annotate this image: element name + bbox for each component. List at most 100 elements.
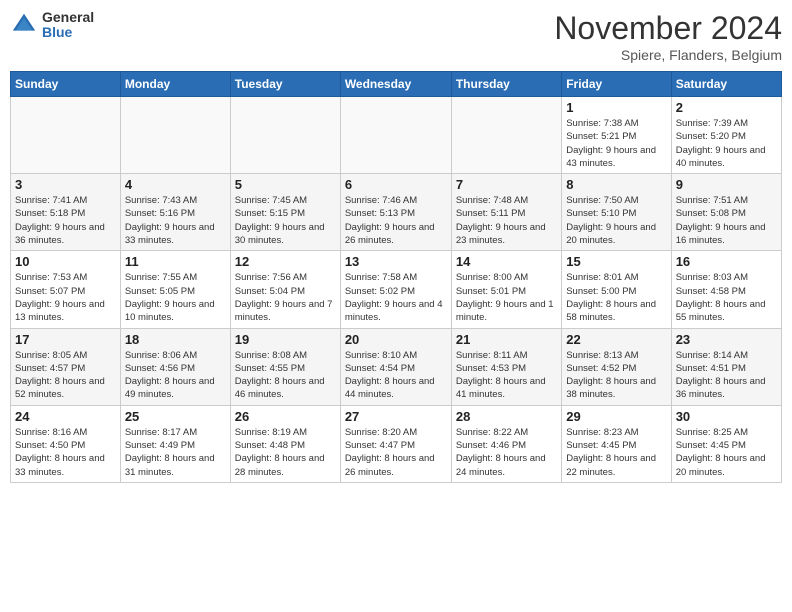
day-info: Sunrise: 8:25 AM Sunset: 4:45 PM Dayligh… [676,426,777,479]
day-number: 14 [456,254,557,269]
day-info: Sunrise: 7:41 AM Sunset: 5:18 PM Dayligh… [15,194,116,247]
day-number: 3 [15,177,116,192]
day-info: Sunrise: 8:20 AM Sunset: 4:47 PM Dayligh… [345,426,447,479]
day-number: 9 [676,177,777,192]
day-number: 24 [15,409,116,424]
day-info: Sunrise: 8:16 AM Sunset: 4:50 PM Dayligh… [15,426,116,479]
day-info: Sunrise: 8:05 AM Sunset: 4:57 PM Dayligh… [15,349,116,402]
day-number: 30 [676,409,777,424]
day-info: Sunrise: 8:08 AM Sunset: 4:55 PM Dayligh… [235,349,336,402]
calendar-cell: 29 Sunrise: 8:23 AM Sunset: 4:45 PM Dayli… [562,405,671,482]
day-number: 23 [676,332,777,347]
calendar-cell: 28Sunrise: 8:22 AM Sunset: 4:46 PM Dayli… [451,405,561,482]
calendar-cell: 11 Sunrise: 7:55 AM Sunset: 5:05 PM Dayli… [120,251,230,328]
day-info: Sunrise: 8:19 AM Sunset: 4:48 PM Dayligh… [235,426,336,479]
calendar: Sunday Monday Tuesday Wednesday Thursday… [10,71,782,483]
day-number: 21 [456,332,557,347]
calendar-cell: 10Sunrise: 7:53 AM Sunset: 5:07 PM Dayli… [11,251,121,328]
day-number: 11 [125,254,226,269]
logo-general-text: General [42,10,94,25]
calendar-cell: 3 Sunrise: 7:41 AM Sunset: 5:18 PM Daylig… [11,174,121,251]
calendar-cell: 8 Sunrise: 7:50 AM Sunset: 5:10 PM Daylig… [562,174,671,251]
calendar-cell: 2Sunrise: 7:39 AM Sunset: 5:20 PM Daylig… [671,97,781,174]
calendar-cell: 5Sunrise: 7:45 AM Sunset: 5:15 PM Daylig… [230,174,340,251]
calendar-cell: 16 Sunrise: 8:03 AM Sunset: 4:58 PM Dayli… [671,251,781,328]
location: Spiere, Flanders, Belgium [554,47,782,63]
day-number: 13 [345,254,447,269]
day-info: Sunrise: 7:50 AM Sunset: 5:10 PM Dayligh… [566,194,666,247]
day-info: Sunrise: 7:58 AM Sunset: 5:02 PM Dayligh… [345,271,447,324]
week-row-2: 3 Sunrise: 7:41 AM Sunset: 5:18 PM Daylig… [11,174,782,251]
day-number: 20 [345,332,447,347]
logo: General Blue [10,10,94,41]
day-number: 15 [566,254,666,269]
week-row-5: 24 Sunrise: 8:16 AM Sunset: 4:50 PM Dayli… [11,405,782,482]
day-info: Sunrise: 8:23 AM Sunset: 4:45 PM Dayligh… [566,426,666,479]
calendar-cell [11,97,121,174]
day-number: 22 [566,332,666,347]
day-info: Sunrise: 8:13 AM Sunset: 4:52 PM Dayligh… [566,349,666,402]
day-info: Sunrise: 7:48 AM Sunset: 5:11 PM Dayligh… [456,194,557,247]
day-info: Sunrise: 7:46 AM Sunset: 5:13 PM Dayligh… [345,194,447,247]
calendar-cell: 23 Sunrise: 8:14 AM Sunset: 4:51 PM Dayli… [671,328,781,405]
calendar-cell: 25Sunrise: 8:17 AM Sunset: 4:49 PM Dayli… [120,405,230,482]
day-info: Sunrise: 8:03 AM Sunset: 4:58 PM Dayligh… [676,271,777,324]
col-saturday: Saturday [671,72,781,97]
day-number: 18 [125,332,226,347]
calendar-cell: 1 Sunrise: 7:38 AM Sunset: 5:21 PM Daylig… [562,97,671,174]
calendar-cell: 20Sunrise: 8:10 AM Sunset: 4:54 PM Dayli… [340,328,451,405]
title-block: November 2024 Spiere, Flanders, Belgium [554,10,782,63]
day-info: Sunrise: 8:22 AM Sunset: 4:46 PM Dayligh… [456,426,557,479]
calendar-body: 1 Sunrise: 7:38 AM Sunset: 5:21 PM Daylig… [11,97,782,483]
calendar-cell: 6 Sunrise: 7:46 AM Sunset: 5:13 PM Daylig… [340,174,451,251]
days-of-week-row: Sunday Monday Tuesday Wednesday Thursday… [11,72,782,97]
week-row-1: 1 Sunrise: 7:38 AM Sunset: 5:21 PM Daylig… [11,97,782,174]
day-info: Sunrise: 8:11 AM Sunset: 4:53 PM Dayligh… [456,349,557,402]
day-number: 2 [676,100,777,115]
calendar-cell: 30 Sunrise: 8:25 AM Sunset: 4:45 PM Dayli… [671,405,781,482]
day-number: 7 [456,177,557,192]
calendar-cell: 19 Sunrise: 8:08 AM Sunset: 4:55 PM Dayli… [230,328,340,405]
day-number: 8 [566,177,666,192]
col-sunday: Sunday [11,72,121,97]
day-number: 16 [676,254,777,269]
col-wednesday: Wednesday [340,72,451,97]
day-info: Sunrise: 7:38 AM Sunset: 5:21 PM Dayligh… [566,117,666,170]
day-number: 1 [566,100,666,115]
day-info: Sunrise: 7:43 AM Sunset: 5:16 PM Dayligh… [125,194,226,247]
day-info: Sunrise: 8:00 AM Sunset: 5:01 PM Dayligh… [456,271,557,324]
day-info: Sunrise: 8:14 AM Sunset: 4:51 PM Dayligh… [676,349,777,402]
day-info: Sunrise: 8:17 AM Sunset: 4:49 PM Dayligh… [125,426,226,479]
logo-icon [10,11,38,39]
calendar-header: Sunday Monday Tuesday Wednesday Thursday… [11,72,782,97]
day-number: 6 [345,177,447,192]
col-friday: Friday [562,72,671,97]
day-number: 12 [235,254,336,269]
day-number: 5 [235,177,336,192]
month-title: November 2024 [554,10,782,47]
week-row-3: 10Sunrise: 7:53 AM Sunset: 5:07 PM Dayli… [11,251,782,328]
week-row-4: 17Sunrise: 8:05 AM Sunset: 4:57 PM Dayli… [11,328,782,405]
day-info: Sunrise: 7:55 AM Sunset: 5:05 PM Dayligh… [125,271,226,324]
day-info: Sunrise: 7:53 AM Sunset: 5:07 PM Dayligh… [15,271,116,324]
calendar-cell: 21 Sunrise: 8:11 AM Sunset: 4:53 PM Dayli… [451,328,561,405]
day-number: 26 [235,409,336,424]
calendar-cell: 14 Sunrise: 8:00 AM Sunset: 5:01 PM Dayli… [451,251,561,328]
calendar-cell: 4 Sunrise: 7:43 AM Sunset: 5:16 PM Daylig… [120,174,230,251]
day-number: 29 [566,409,666,424]
logo-blue-text: Blue [42,25,94,40]
day-info: Sunrise: 7:51 AM Sunset: 5:08 PM Dayligh… [676,194,777,247]
day-number: 27 [345,409,447,424]
calendar-cell: 18Sunrise: 8:06 AM Sunset: 4:56 PM Dayli… [120,328,230,405]
col-thursday: Thursday [451,72,561,97]
day-number: 4 [125,177,226,192]
col-tuesday: Tuesday [230,72,340,97]
page: General Blue November 2024 Spiere, Fland… [0,0,792,612]
logo-text: General Blue [42,10,94,41]
calendar-cell [120,97,230,174]
calendar-cell: 9 Sunrise: 7:51 AM Sunset: 5:08 PM Daylig… [671,174,781,251]
day-number: 19 [235,332,336,347]
calendar-cell: 7 Sunrise: 7:48 AM Sunset: 5:11 PM Daylig… [451,174,561,251]
day-info: Sunrise: 7:56 AM Sunset: 5:04 PM Dayligh… [235,271,336,324]
calendar-cell [340,97,451,174]
